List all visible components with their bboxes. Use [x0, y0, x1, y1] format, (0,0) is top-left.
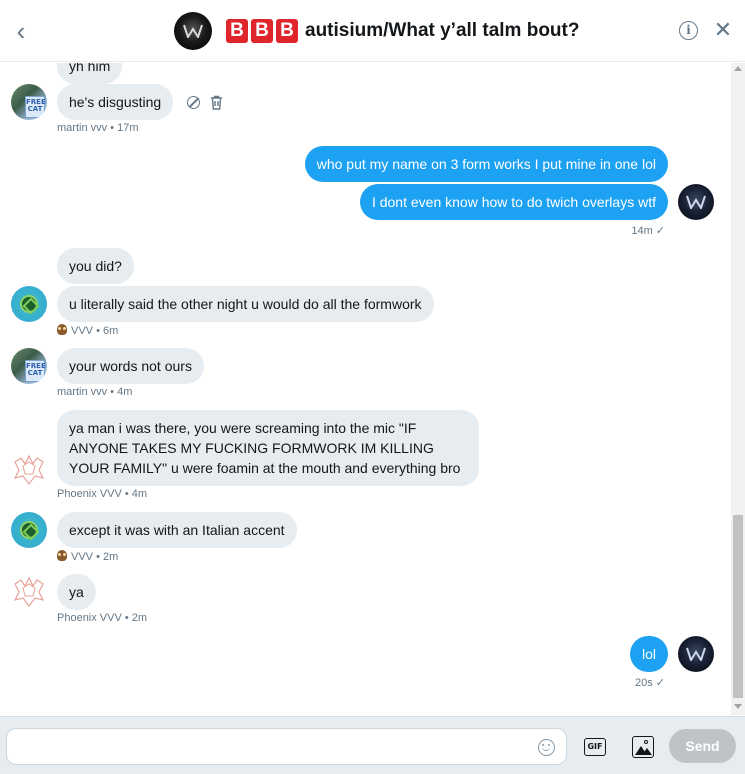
avatar-phoenix[interactable]: [11, 574, 47, 610]
avatar-martin[interactable]: FREE CAT: [11, 84, 47, 120]
message-bubble[interactable]: yh him: [57, 63, 123, 84]
message-meta: Phoenix VVV • 2m: [57, 612, 148, 624]
logo-mark-icon: [183, 24, 203, 38]
send-button[interactable]: Send: [669, 729, 736, 763]
back-button[interactable]: ‹: [10, 18, 32, 44]
avatar-emblem: [20, 521, 38, 539]
message-meta: martin vvv • 4m: [57, 386, 133, 398]
emoji-icon[interactable]: [538, 739, 555, 756]
block-icon[interactable]: [187, 96, 200, 109]
avatar-martin[interactable]: FREE CAT: [11, 348, 47, 384]
owl-icon: [57, 324, 67, 335]
conversation-header: ‹ B B B autisium/What y’all talm bout? i…: [0, 0, 745, 62]
scroll-down-arrow-icon[interactable]: [734, 704, 742, 709]
close-icon[interactable]: ✕: [712, 18, 734, 42]
badge-b-2: B: [251, 19, 273, 43]
message-bubble[interactable]: ya: [57, 574, 96, 610]
message-meta: VVV • 2m: [57, 550, 118, 563]
phoenix-icon: [13, 454, 45, 485]
avatar-self[interactable]: [678, 184, 714, 220]
message-meta: VVV • 6m: [57, 324, 118, 337]
avatar-emblem: [20, 295, 38, 313]
avatar-vvv[interactable]: [11, 286, 47, 322]
info-icon[interactable]: i: [679, 21, 698, 40]
image-icon-sun: [644, 740, 648, 744]
conversation-title: autisium/What y’all talm bout?: [305, 20, 580, 41]
avatar-sign: FREE CAT: [25, 96, 46, 118]
composer: GIF Send: [0, 716, 745, 774]
badge-b-1: B: [226, 19, 248, 43]
message-bubble-sent[interactable]: who put my name on 3 form works I put mi…: [304, 146, 668, 182]
scroll-up-arrow-icon[interactable]: [734, 66, 742, 71]
image-icon[interactable]: [632, 736, 654, 758]
avatar-vvv[interactable]: [11, 512, 47, 548]
message-meta: 14m ✓: [631, 225, 665, 237]
logo-mark-icon: [686, 195, 706, 209]
group-avatar: [174, 12, 212, 50]
message-meta: Phoenix VVV • 4m: [57, 488, 148, 500]
message-bubble[interactable]: except it was with an Italian accent: [57, 512, 297, 548]
message-meta: martin vvv • 17m: [57, 122, 139, 134]
message-bubble[interactable]: u literally said the other night u would…: [57, 286, 434, 322]
avatar-sign: FREE CAT: [25, 360, 46, 382]
message-bubble-sent[interactable]: I dont even know how to do twich overlay…: [359, 184, 668, 220]
message-bubble[interactable]: he's disgusting: [57, 84, 174, 120]
meta-text: VVV • 2m: [71, 551, 119, 563]
message-bubble-sent[interactable]: lol: [629, 636, 668, 672]
message-bubble[interactable]: ya man i was there, you were screaming i…: [57, 410, 479, 486]
message-bubble[interactable]: your words not ours: [57, 348, 204, 384]
conversation-title-area[interactable]: B B B autisium/What y’all talm bout?: [174, 12, 579, 50]
owl-icon: [57, 550, 67, 561]
image-icon-mountain-small: [642, 748, 652, 755]
message-meta: 20s ✓: [634, 677, 665, 689]
scrollbar-thumb[interactable]: [733, 515, 743, 698]
message-bubble[interactable]: you did?: [57, 248, 134, 284]
trash-icon[interactable]: [210, 95, 223, 110]
gif-button[interactable]: GIF: [584, 738, 606, 756]
badge-b-3: B: [276, 19, 298, 43]
avatar-self[interactable]: [678, 636, 714, 672]
message-list[interactable]: yh him FREE CAT he's disgusting martin vv…: [0, 63, 745, 715]
meta-text: VVV • 6m: [71, 325, 119, 337]
avatar-phoenix[interactable]: [11, 452, 47, 488]
logo-mark-icon: [686, 647, 706, 661]
phoenix-icon: [13, 576, 45, 607]
message-input[interactable]: [6, 728, 567, 765]
